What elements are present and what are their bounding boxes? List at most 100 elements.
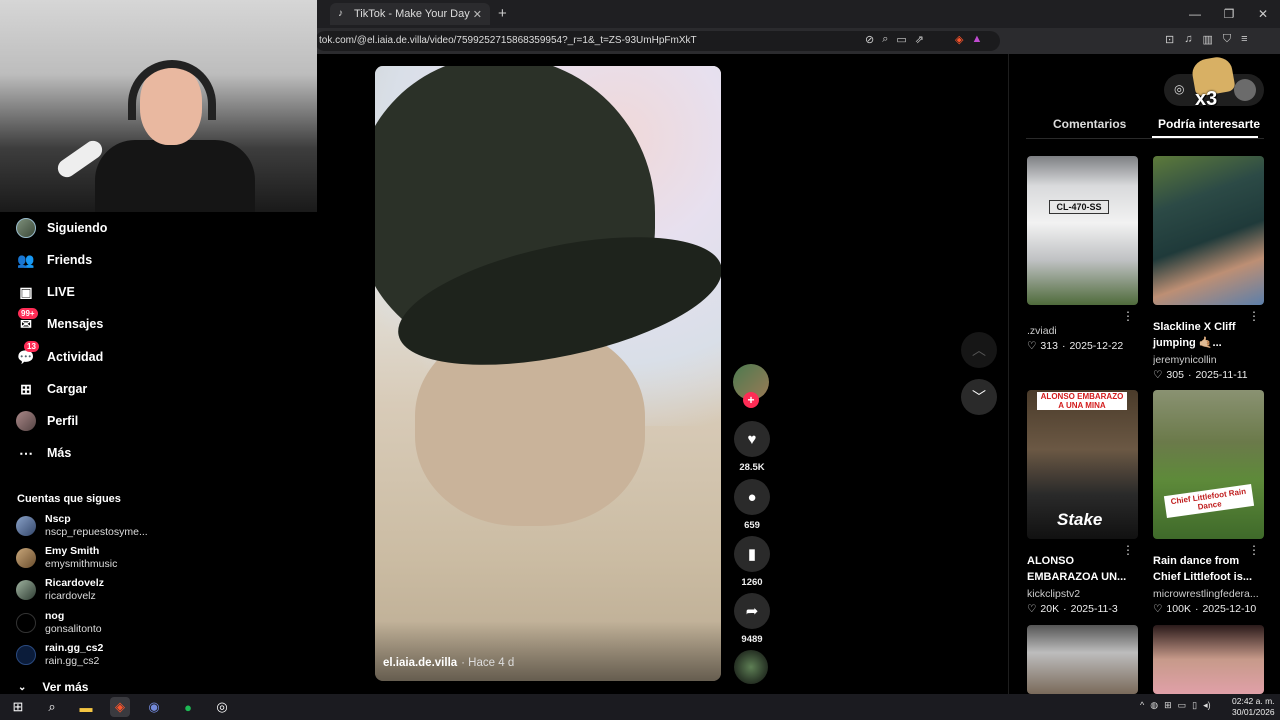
music-disc-icon[interactable] — [734, 650, 768, 684]
account-name: rain.gg_cs2 — [45, 642, 104, 654]
webcam-overlay — [0, 0, 317, 212]
account-item[interactable]: rain.gg_cs2 rain.gg_cs2 — [16, 642, 103, 668]
comment-count: 659 — [744, 520, 760, 531]
card-title[interactable]: Slackline X Cliff jumping 🤙🏼... — [1153, 319, 1253, 351]
taskbar-clock[interactable]: 02:42 a. m. 30/01/2026 — [1232, 696, 1275, 718]
card-title[interactable]: Rain dance from Chief Littlefoot is... — [1153, 553, 1253, 585]
account-avatar — [16, 548, 36, 568]
more-options-icon[interactable]: ⋮ — [1248, 543, 1260, 557]
share-icon[interactable]: ⇗ — [915, 33, 924, 46]
next-video-button[interactable]: ﹀ — [961, 379, 997, 415]
restore-button[interactable]: ❐ — [1212, 0, 1246, 28]
menu-icon[interactable]: ≡ — [1241, 33, 1247, 46]
card-author[interactable]: jeremynicollin — [1153, 354, 1261, 366]
previous-video-button[interactable]: ︿ — [961, 332, 997, 368]
emote-multiplier: x3 — [1195, 88, 1218, 110]
network-icon[interactable]: ▯ — [1192, 700, 1197, 711]
recommended-video-card[interactable] — [1153, 625, 1264, 694]
steam-icon[interactable]: ◍ — [1150, 700, 1158, 711]
sidebar-item-perfil[interactable]: Perfil — [16, 410, 78, 432]
discord-icon[interactable]: ◉ — [144, 697, 164, 717]
account-item[interactable]: Ricardovelz ricardovelz — [16, 577, 104, 603]
recommended-video-card[interactable]: ALONSO EMBARAZO A UNA MINA Stake ⋮ ALONS… — [1027, 390, 1138, 615]
video-author-info[interactable]: el.iaia.de.villa · Hace 4 d — [383, 657, 514, 669]
account-item[interactable]: Emy Smith emysmithmusic — [16, 545, 117, 571]
license-plate: CL-470-SS — [1049, 200, 1109, 214]
close-window-button[interactable]: ✕ — [1246, 0, 1280, 28]
new-tab-button[interactable]: + — [498, 5, 507, 22]
account-handle: emysmithmusic — [45, 558, 118, 570]
card-author[interactable]: microwrestlingfedera... — [1153, 588, 1261, 600]
card-title[interactable]: ALONSO EMBARAZOA UN... — [1027, 553, 1127, 585]
separator: · — [1061, 340, 1066, 352]
account-item[interactable]: nog gonsalitonto — [16, 610, 102, 636]
brave-rewards-icon[interactable]: ▲ — [971, 33, 982, 46]
sidebar-item-mas[interactable]: ⋯ Más — [16, 442, 71, 464]
comment-button[interactable]: ● 659 — [734, 479, 770, 531]
more-options-icon[interactable]: ⋮ — [1122, 309, 1134, 323]
cast-icon[interactable]: ▭ — [896, 33, 906, 46]
recommended-video-card[interactable]: Chief Littlefoot Rain Dance ⋮ Rain dance… — [1153, 390, 1264, 615]
sidebar-item-mensajes[interactable]: ✉ 99+ Mensajes — [16, 308, 103, 335]
tiktok-icon: ♪ — [338, 8, 343, 19]
zoom-icon[interactable]: ⌕ — [882, 33, 888, 46]
share-button[interactable]: ➦ 9489 — [734, 593, 770, 645]
thumbnail-caption: Chief Littlefoot Rain Dance — [1163, 483, 1255, 519]
obs-icon[interactable]: ◎ — [212, 697, 232, 717]
card-stats: ♡ 20K · 2025-11-3 — [1027, 603, 1138, 615]
sidebar-item-label: Friends — [47, 253, 93, 267]
video-thumbnail[interactable] — [1153, 625, 1264, 694]
like-button[interactable]: ♥ 28.5K — [734, 421, 770, 473]
tab-podria-interesarte[interactable]: Podría interesarte — [1158, 117, 1260, 131]
sidebar-item-friends[interactable]: 👥 Friends — [16, 249, 92, 271]
more-options-icon[interactable]: ⋮ — [1122, 543, 1134, 557]
recommended-video-card[interactable] — [1027, 625, 1138, 694]
heart-outline-icon: ♡ — [1153, 603, 1163, 615]
translate-icon[interactable]: ⊘ — [865, 33, 874, 46]
brave-browser-icon[interactable]: ◈ — [110, 697, 130, 717]
video-thumbnail[interactable]: Chief Littlefoot Rain Dance — [1153, 390, 1264, 539]
screenshot-icon[interactable]: ⊡ — [1165, 33, 1174, 46]
more-options-icon[interactable]: ⋮ — [1248, 309, 1260, 323]
see-more-button[interactable]: ⌄ Ver más — [18, 680, 88, 694]
display-icon[interactable]: ▭ — [1178, 700, 1187, 711]
tab-comentarios[interactable]: Comentarios — [1053, 117, 1126, 131]
sidebar-item-cargar[interactable]: ⊞ Cargar — [16, 378, 87, 400]
vpn-icon[interactable]: ⛉ — [1223, 33, 1231, 46]
brave-shield-icon[interactable]: ◈ — [955, 33, 963, 46]
windows-update-icon[interactable]: ⊞ — [1164, 700, 1172, 711]
card-author[interactable]: kickclipstv2 — [1027, 588, 1135, 600]
follow-plus-icon[interactable]: + — [743, 392, 759, 408]
account-item[interactable]: Nscp nscp_repuestosyme... — [16, 513, 148, 539]
browser-tab[interactable]: ♪ TikTok - Make Your Day ✕ — [330, 3, 490, 25]
video-username[interactable]: el.iaia.de.villa — [383, 657, 457, 669]
video-thumbnail[interactable]: CL-470-SS — [1027, 156, 1138, 305]
close-tab-icon[interactable]: ✕ — [473, 8, 482, 21]
extensions: ◈ ▲ — [955, 33, 982, 46]
screen: ♪ TikTok - Make Your Day ✕ + — ❐ ✕ tok.c… — [0, 0, 1280, 720]
sidebar-item-live[interactable]: ▣ LIVE — [16, 281, 74, 303]
video-thumbnail[interactable] — [1027, 625, 1138, 694]
media-icon[interactable]: ♫ — [1184, 33, 1192, 46]
video-player[interactable]: el.iaia.de.villa · Hace 4 d — [375, 66, 721, 681]
video-thumbnail[interactable] — [1153, 156, 1264, 305]
see-more-label: Ver más — [42, 680, 89, 694]
sidebar-item-siguiendo[interactable]: Siguiendo — [16, 217, 107, 239]
sidebar-icon[interactable]: ▥ — [1202, 33, 1212, 46]
card-author[interactable]: .zviadi — [1027, 325, 1135, 337]
spotify-icon[interactable]: ● — [178, 697, 198, 717]
tray-chevron-icon[interactable]: ^ — [1140, 700, 1144, 711]
file-explorer-icon[interactable]: ▬ — [76, 697, 96, 717]
account-handle: rain.gg_cs2 — [45, 655, 100, 667]
active-tab-indicator — [1152, 136, 1258, 138]
search-icon[interactable]: ⌕ — [42, 697, 62, 717]
sidebar-item-actividad[interactable]: 💬 13 Actividad — [16, 341, 103, 368]
windows-start-icon[interactable]: ⊞ — [8, 697, 28, 717]
save-button[interactable]: ▮ 1260 — [734, 536, 770, 588]
video-thumbnail[interactable]: ALONSO EMBARAZO A UNA MINA Stake — [1027, 390, 1138, 539]
window-controls: — ❐ ✕ — [1178, 0, 1280, 28]
volume-icon[interactable]: ◂) — [1203, 700, 1211, 711]
recommended-video-card[interactable]: ⋮ Slackline X Cliff jumping 🤙🏼... jeremy… — [1153, 156, 1264, 381]
recommended-video-card[interactable]: CL-470-SS ⋮ .zviadi ♡ 313 · 2025-12-22 — [1027, 156, 1138, 352]
minimize-button[interactable]: — — [1178, 0, 1212, 28]
